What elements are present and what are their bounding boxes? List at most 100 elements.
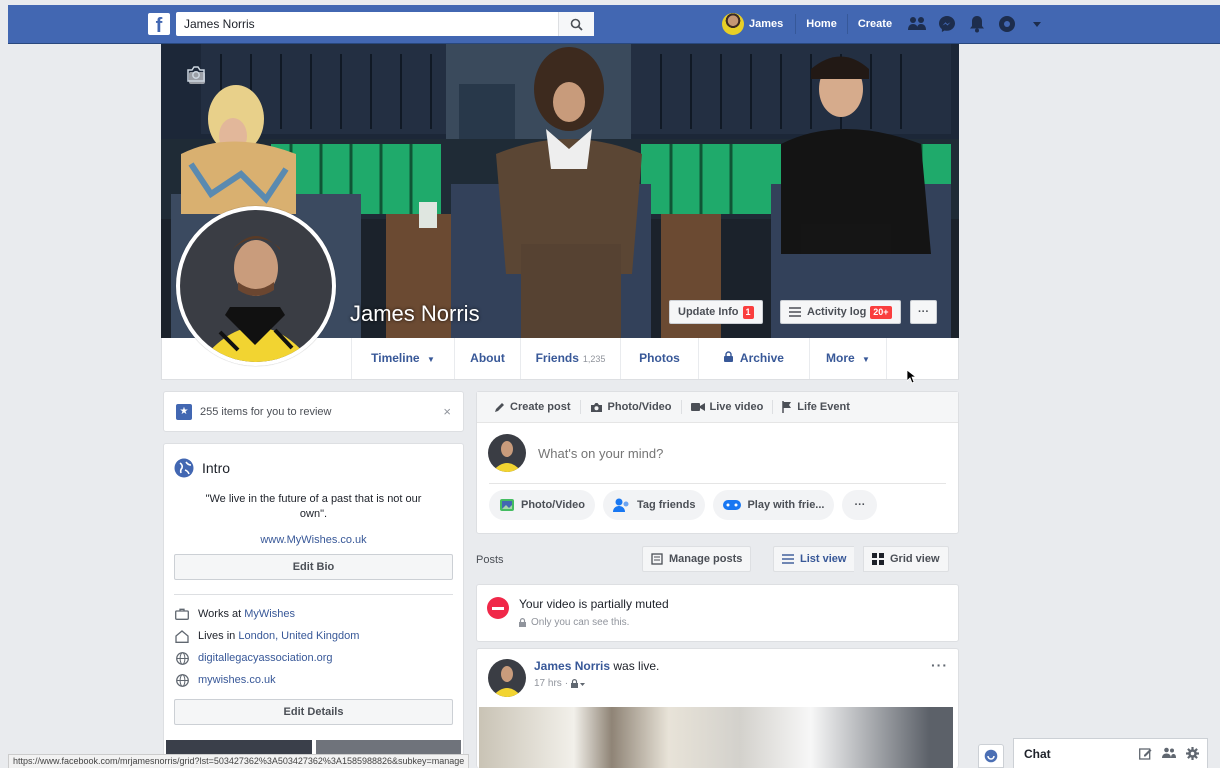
tab-more[interactable]: More ▼ bbox=[809, 338, 887, 379]
tag-friends-button[interactable]: Tag friends bbox=[602, 490, 706, 520]
activity-log-badge: 20+ bbox=[870, 305, 892, 319]
home-icon bbox=[174, 628, 190, 644]
more-options-button[interactable]: ··· bbox=[910, 300, 937, 324]
chevron-down-icon: ▼ bbox=[862, 355, 870, 364]
post-author-link[interactable]: James Norris bbox=[534, 659, 610, 673]
activity-log-label: Activity log bbox=[807, 306, 867, 318]
tab-friends[interactable]: Friends 1,235 bbox=[520, 338, 620, 379]
dot-separator: · bbox=[564, 678, 569, 689]
tag-friends-icon bbox=[612, 498, 629, 512]
post-header: James Norris was live. 17 hrs · bbox=[477, 649, 958, 697]
briefcase-icon bbox=[174, 606, 190, 622]
gear-icon[interactable] bbox=[1186, 747, 1199, 760]
flag-icon bbox=[782, 401, 792, 413]
search-input[interactable] bbox=[176, 12, 556, 36]
edit-details-button[interactable]: Edit Details bbox=[174, 699, 453, 725]
composer-actions: Photo/Video Tag friends Play with frie..… bbox=[489, 483, 946, 520]
search-button[interactable] bbox=[558, 12, 594, 36]
nav-user-name: James bbox=[749, 18, 784, 30]
privacy-lock-icon[interactable] bbox=[571, 679, 586, 688]
lock-icon bbox=[519, 618, 526, 627]
play-with-friends-button[interactable]: Play with frie... bbox=[713, 490, 835, 520]
website-link-1[interactable]: digitallegacyassociation.org bbox=[198, 652, 333, 664]
post-video[interactable] bbox=[479, 707, 953, 768]
browser-status-url: https://www.facebook.com/mrjamesnorris/g… bbox=[8, 754, 470, 768]
video-camera-icon bbox=[690, 403, 705, 411]
messenger-icon[interactable] bbox=[932, 11, 962, 37]
profile-picture[interactable] bbox=[176, 206, 336, 366]
gamepad-icon bbox=[723, 500, 742, 510]
works-at-row: Works at MyWishes bbox=[164, 603, 463, 625]
muted-subtitle-text: Only you can see this. bbox=[531, 617, 630, 628]
update-info-button[interactable]: Update Info 1 bbox=[669, 300, 763, 324]
muted-subtitle: Only you can see this. bbox=[519, 617, 669, 628]
lives-link[interactable]: London, United Kingdom bbox=[238, 630, 359, 642]
quick-help-icon[interactable] bbox=[992, 11, 1022, 37]
manage-posts-button[interactable]: Manage posts bbox=[642, 546, 752, 572]
chat-bar[interactable]: Chat bbox=[1013, 738, 1208, 768]
lives-in-row: Lives in London, United Kingdom bbox=[164, 625, 463, 647]
nav-home-link[interactable]: Home bbox=[796, 14, 848, 34]
tab-photos[interactable]: Photos bbox=[620, 338, 698, 379]
list-view-label: List view bbox=[800, 553, 847, 565]
account-menu-icon[interactable] bbox=[1022, 11, 1052, 37]
grid-view-button[interactable]: Grid view bbox=[863, 546, 949, 572]
post-author-line: James Norris was live. bbox=[534, 659, 659, 673]
grid-icon bbox=[872, 553, 884, 565]
chat-label: Chat bbox=[1024, 746, 1051, 761]
post-timestamp[interactable]: 17 hrs bbox=[534, 678, 562, 689]
list-icon bbox=[789, 307, 801, 317]
tab-timeline[interactable]: Timeline ▼ bbox=[351, 338, 454, 379]
edit-bio-button[interactable]: Edit Bio bbox=[174, 554, 453, 580]
notifications-icon[interactable] bbox=[962, 11, 992, 37]
tab-archive[interactable]: Archive bbox=[698, 338, 809, 379]
avatar bbox=[722, 13, 744, 35]
facebook-logo-icon[interactable]: f bbox=[148, 13, 170, 35]
mouse-cursor-icon bbox=[906, 369, 918, 387]
camera-icon[interactable] bbox=[186, 66, 206, 85]
activity-log-button[interactable]: Activity log 20+ bbox=[780, 300, 901, 324]
intro-header: Intro bbox=[164, 444, 463, 478]
avatar[interactable] bbox=[488, 659, 526, 697]
search-box bbox=[176, 12, 594, 36]
website-row-2: mywishes.co.uk bbox=[164, 669, 463, 691]
live-video-tab[interactable]: Live video bbox=[682, 400, 774, 414]
review-items-card[interactable]: ★ 255 items for you to review × bbox=[163, 391, 464, 432]
photo-video-tab-label: Photo/Video bbox=[607, 401, 672, 413]
chat-compose-icon[interactable] bbox=[978, 744, 1004, 768]
update-info-label: Update Info bbox=[678, 306, 739, 318]
nav-profile-link[interactable]: James bbox=[722, 13, 797, 35]
tag-friends-label: Tag friends bbox=[636, 499, 696, 511]
close-icon[interactable]: × bbox=[443, 404, 451, 419]
photo-video-label: Photo/Video bbox=[521, 499, 585, 511]
posts-label: Posts bbox=[476, 554, 504, 566]
video-muted-notice: Your video is partially muted Only you c… bbox=[476, 584, 959, 642]
lock-icon bbox=[724, 338, 734, 379]
life-event-tab[interactable]: Life Event bbox=[773, 400, 859, 414]
status-input[interactable] bbox=[538, 445, 918, 461]
nav-create-link[interactable]: Create bbox=[848, 14, 902, 34]
photo-video-tab[interactable]: Photo/Video bbox=[581, 400, 682, 414]
intro-title: Intro bbox=[202, 460, 231, 476]
composer-tabs: Create post Photo/Video Live video Life … bbox=[477, 392, 958, 423]
manage-icon bbox=[651, 553, 663, 565]
group-icon[interactable] bbox=[1162, 747, 1176, 759]
post-options-button[interactable]: ··· bbox=[931, 657, 948, 673]
grid-view-label: Grid view bbox=[890, 553, 940, 565]
website-row-1: digitallegacyassociation.org bbox=[164, 647, 463, 669]
profile-picture-image bbox=[180, 210, 332, 362]
tab-about[interactable]: About bbox=[454, 338, 520, 379]
works-link[interactable]: MyWishes bbox=[244, 608, 295, 620]
muted-title: Your video is partially muted bbox=[519, 597, 669, 611]
intro-website-link[interactable]: www.MyWishes.co.uk bbox=[260, 534, 366, 546]
website-link-2[interactable]: mywishes.co.uk bbox=[198, 674, 276, 686]
more-composer-options[interactable]: ··· bbox=[842, 490, 878, 520]
create-post-tab[interactable]: Create post bbox=[485, 400, 581, 414]
friend-requests-icon[interactable] bbox=[902, 11, 932, 37]
new-message-icon[interactable] bbox=[1139, 747, 1152, 760]
list-view-button[interactable]: List view bbox=[773, 546, 855, 572]
photo-video-button[interactable]: Photo/Video bbox=[489, 490, 595, 520]
chat-icons bbox=[1139, 747, 1199, 760]
globe-icon bbox=[174, 672, 190, 688]
profile-name[interactable]: James Norris bbox=[350, 301, 480, 327]
